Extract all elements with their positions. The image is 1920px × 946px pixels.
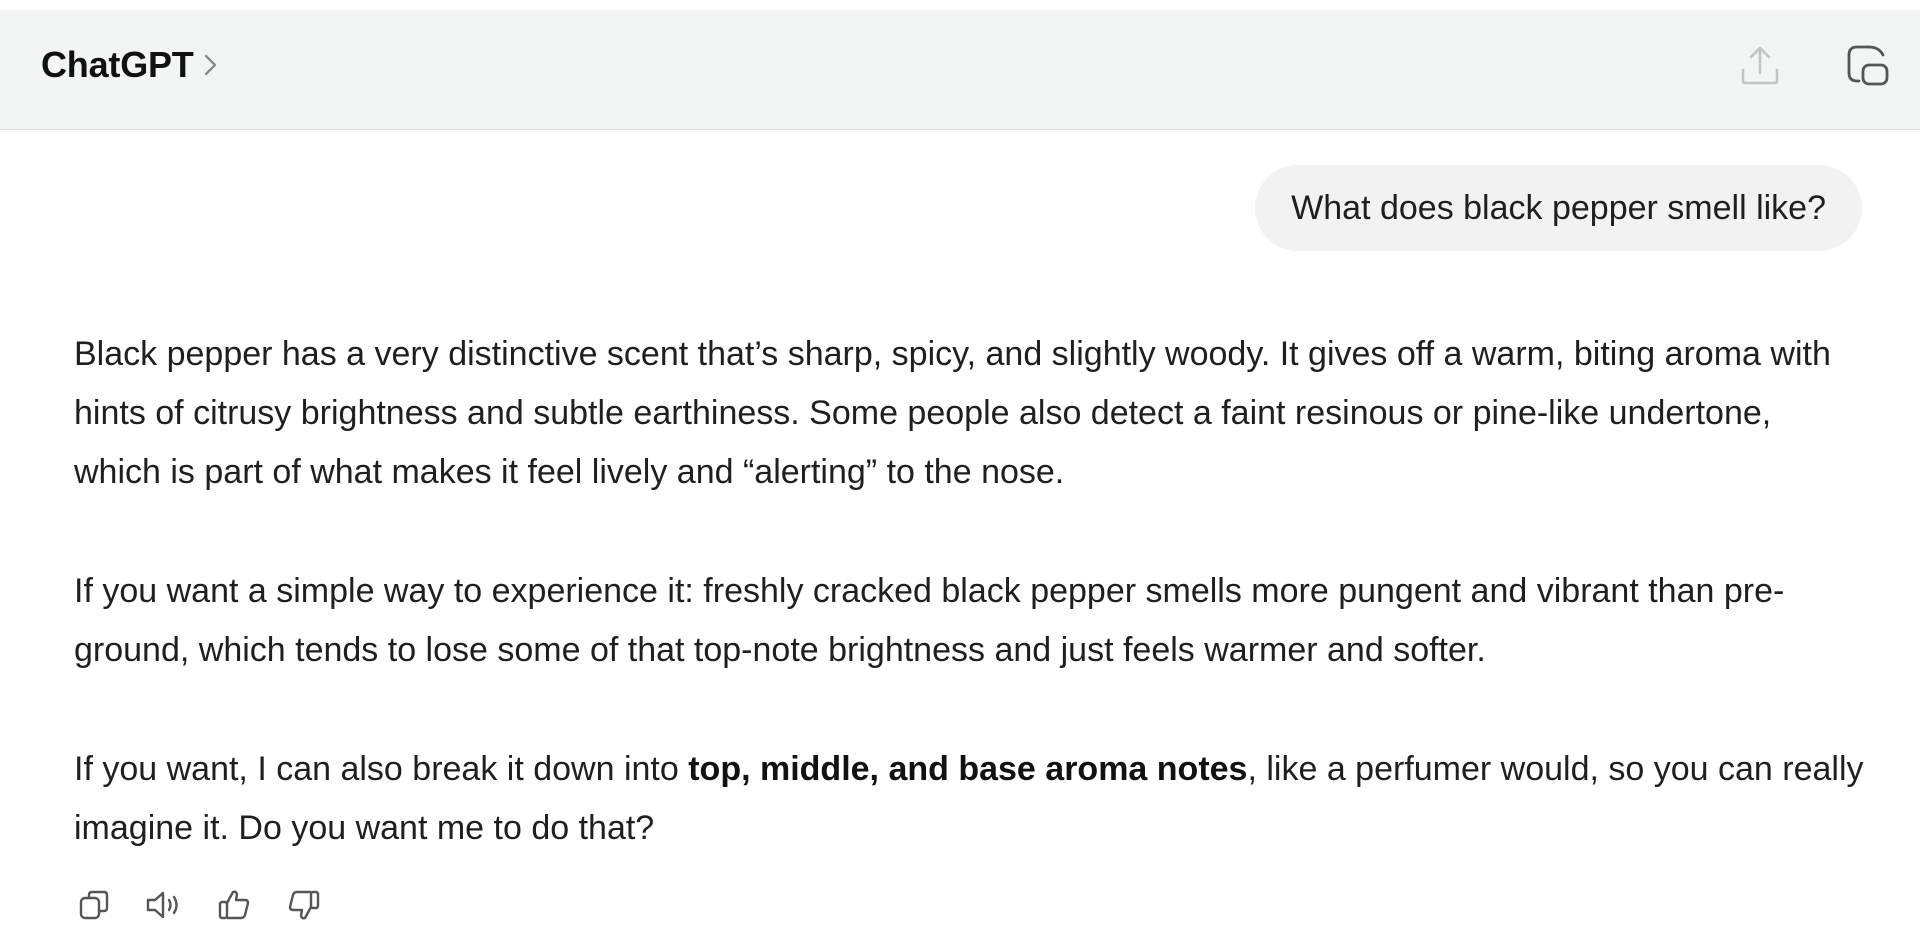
- read-aloud-icon: [145, 888, 183, 927]
- chat-header: ChatGPT: [0, 10, 1920, 130]
- thumbs-down-button[interactable]: [284, 887, 324, 927]
- read-aloud-button[interactable]: [144, 887, 184, 927]
- message-action-bar: [74, 887, 354, 927]
- copy-icon: [77, 888, 111, 927]
- window-top-strip: [0, 0, 1920, 10]
- new-chat-button[interactable]: [1840, 40, 1896, 96]
- share-button[interactable]: [1732, 40, 1788, 96]
- assistant-paragraph-3: If you want, I can also break it down in…: [74, 740, 1864, 858]
- new-chat-icon: [1843, 41, 1893, 96]
- assistant-paragraph-1: Black pepper has a very distinctive scen…: [74, 335, 1831, 491]
- assistant-message: Black pepper has a very distinctive scen…: [74, 325, 1864, 858]
- model-name: ChatGPT: [41, 44, 194, 85]
- chevron-right-icon: [202, 50, 220, 80]
- user-message-bubble: What does black pepper smell like?: [1255, 165, 1862, 251]
- assistant-paragraph-2: If you want a simple way to experience i…: [74, 572, 1785, 669]
- assistant-paragraph-3-start: If you want, I can also break it down in…: [74, 750, 689, 788]
- assistant-bold-phrase: top, middle, and base aroma notes: [688, 750, 1248, 788]
- thumbs-up-button[interactable]: [214, 887, 254, 927]
- share-upload-icon: [1737, 43, 1783, 94]
- model-selector-button[interactable]: ChatGPT: [41, 42, 220, 88]
- thumbs-up-icon: [217, 888, 251, 927]
- chat-app: ChatGPT What does black pepper smell lik…: [0, 0, 1920, 946]
- user-message-text: What does black pepper smell like?: [1291, 188, 1826, 227]
- copy-button[interactable]: [74, 887, 114, 927]
- thumbs-down-icon: [287, 888, 321, 927]
